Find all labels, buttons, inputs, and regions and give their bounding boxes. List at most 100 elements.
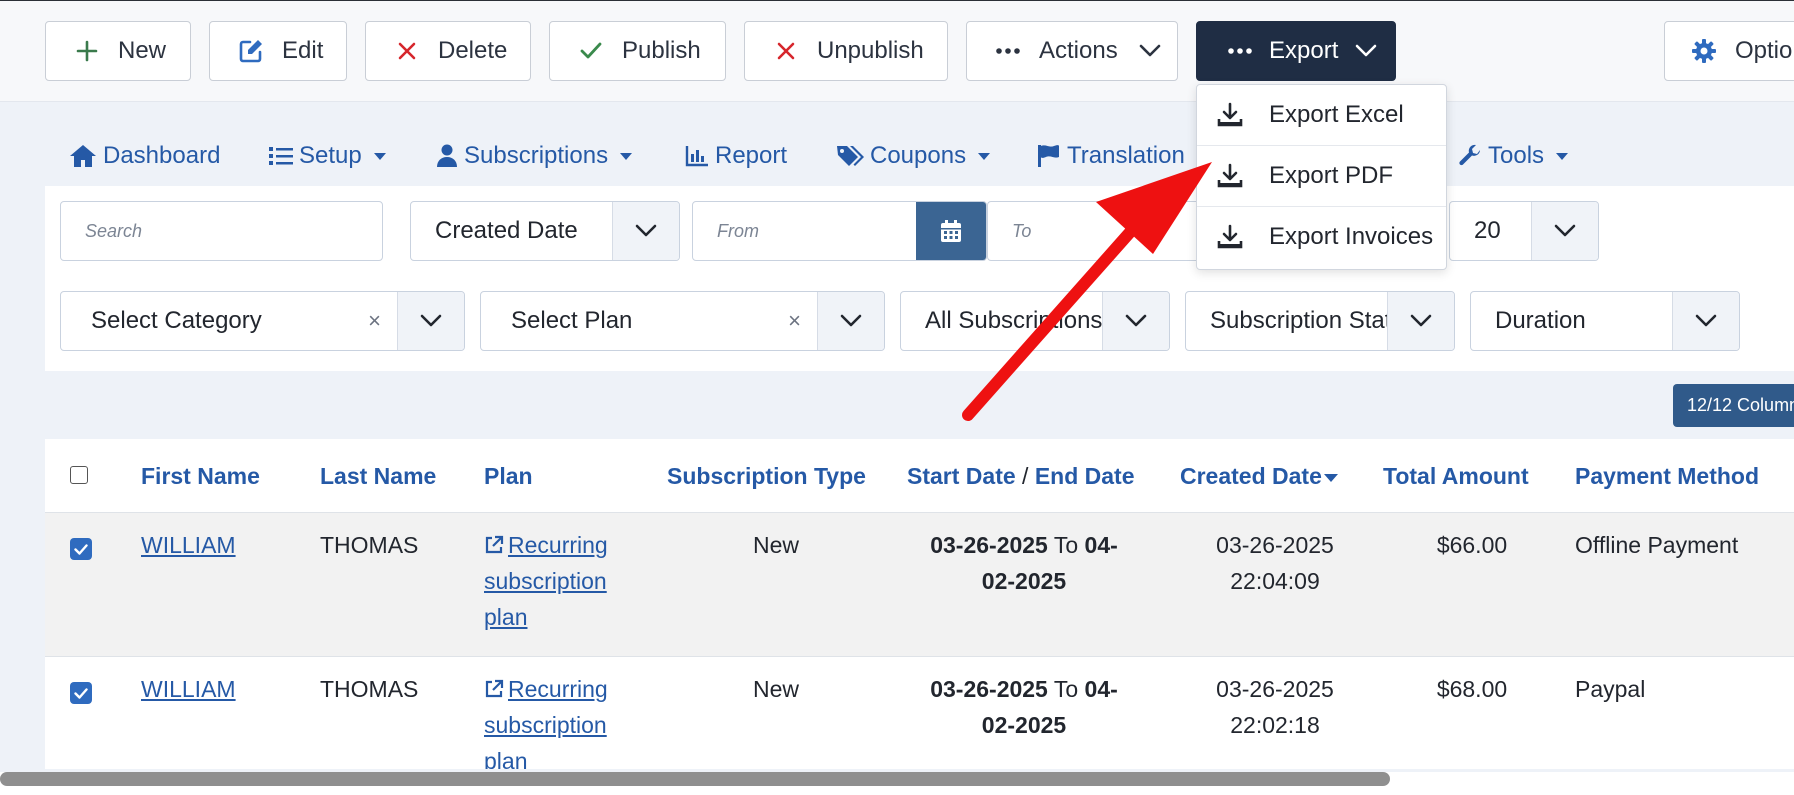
- publish-button[interactable]: Publish: [549, 21, 726, 81]
- header-start-date[interactable]: Start Date: [907, 463, 1016, 489]
- nav-subscriptions[interactable]: Subscriptions: [436, 140, 633, 172]
- plan-link[interactable]: Recurring subscription plan: [484, 527, 608, 635]
- caret-down-icon: [978, 152, 991, 160]
- flag-icon: [1038, 145, 1059, 167]
- payment-method-cell: Paypal: [1575, 676, 1646, 702]
- list-limit-select[interactable]: 20: [1449, 201, 1599, 261]
- clear-icon[interactable]: ×: [368, 308, 381, 334]
- export-pdf-label: Export PDF: [1269, 162, 1394, 189]
- caret-down-icon: [620, 152, 633, 160]
- unpublish-button[interactable]: Unpublish: [744, 21, 948, 81]
- export-excel-label: Export Excel: [1269, 101, 1404, 128]
- options-button[interactable]: Options: [1664, 21, 1794, 81]
- nav-dashboard[interactable]: Dashboard: [69, 140, 220, 172]
- created-time-value: 22:04:09: [1230, 568, 1320, 594]
- subscription-scope-select[interactable]: All Subscriptions: [900, 291, 1170, 351]
- header-subscription-type[interactable]: Subscription Type: [667, 463, 866, 490]
- download-icon: [1217, 163, 1247, 189]
- nav-coupons[interactable]: Coupons: [836, 140, 991, 172]
- subscription-type-cell: New: [752, 676, 799, 702]
- new-button-label: New: [118, 37, 167, 64]
- plan-link[interactable]: Recurring subscription plan: [484, 671, 608, 769]
- duration-select[interactable]: Duration: [1470, 291, 1740, 351]
- edit-button[interactable]: Edit: [209, 21, 347, 81]
- nav-tools-label: Tools: [1488, 142, 1545, 169]
- chevron-down-icon: [1355, 44, 1377, 58]
- actions-dropdown[interactable]: Actions: [966, 21, 1178, 81]
- chevron-down-icon: [1531, 202, 1598, 260]
- horizontal-scrollbar[interactable]: [0, 772, 1390, 786]
- subscription-status-select[interactable]: Subscription Status: [1185, 291, 1455, 351]
- first-name-link[interactable]: WILLIAM: [141, 671, 236, 707]
- row-checkbox[interactable]: [70, 538, 92, 560]
- export-dropdown-label: Export: [1269, 37, 1339, 64]
- caret-down-icon: [373, 152, 386, 160]
- created-date-cell: 03-26-2025 22:02:18: [1175, 671, 1375, 743]
- columns-toggle-button[interactable]: 12/12 Columns: [1673, 384, 1794, 427]
- end-date-part: 04-: [1084, 532, 1118, 558]
- last-name-cell: THOMAS: [320, 532, 419, 558]
- chevron-down-icon: [612, 202, 679, 260]
- sort-desc-icon: [1323, 473, 1338, 482]
- options-button-label: Options: [1735, 37, 1794, 64]
- nav-translation-label: Translation: [1067, 142, 1185, 169]
- first-name-link[interactable]: WILLIAM: [141, 527, 236, 563]
- start-date: 03-26-2025: [930, 532, 1048, 558]
- export-pdf-item[interactable]: Export PDF: [1197, 146, 1446, 206]
- header-plan[interactable]: Plan: [484, 463, 533, 490]
- subscription-type-cell: New: [752, 532, 799, 558]
- calendar-icon[interactable]: [916, 202, 986, 260]
- external-link-icon: [485, 679, 504, 698]
- nav-dashboard-label: Dashboard: [103, 142, 221, 169]
- check-icon: [576, 42, 606, 60]
- date-to-label: To: [1053, 532, 1079, 558]
- export-invoices-item[interactable]: Export Invoices: [1197, 207, 1446, 267]
- delete-button-label: Delete: [438, 37, 508, 64]
- payment-method-cell: Offline Payment: [1575, 532, 1739, 558]
- subscription-scope-value: All Subscriptions: [925, 307, 1102, 334]
- to-date-input[interactable]: To: [987, 201, 1202, 261]
- nav-tools[interactable]: Tools: [1458, 140, 1569, 172]
- export-dropdown[interactable]: Export: [1196, 21, 1396, 81]
- chevron-down-icon: [1672, 292, 1739, 350]
- x-icon: [771, 42, 801, 60]
- end-date-part: 02-2025: [981, 568, 1067, 594]
- header-first-name[interactable]: First Name: [141, 463, 260, 490]
- gear-icon: [1689, 38, 1719, 64]
- search-placeholder: Search: [85, 220, 143, 241]
- ellipsis-icon: [993, 48, 1023, 54]
- header-total-amount[interactable]: Total Amount: [1383, 463, 1529, 490]
- chevron-down-icon: [1387, 292, 1454, 350]
- clear-icon[interactable]: ×: [788, 308, 801, 334]
- date-type-select[interactable]: Created Date: [410, 201, 680, 261]
- subscription-status-value: Subscription Status: [1210, 307, 1387, 334]
- header-start-end-date: Start Date / End Date: [907, 463, 1135, 490]
- plan-select-value: Select Plan: [511, 307, 633, 334]
- header-created-date[interactable]: Created Date: [1180, 463, 1338, 490]
- plan-link-line: Recurring: [508, 532, 608, 558]
- download-icon: [1217, 102, 1247, 128]
- ellipsis-icon: [1225, 48, 1255, 54]
- plan-select[interactable]: Select Plan ×: [480, 291, 885, 351]
- x-icon: [392, 42, 422, 60]
- user-icon: [437, 144, 457, 167]
- total-amount-cell: $66.00: [1436, 532, 1508, 558]
- header-last-name[interactable]: Last Name: [320, 463, 436, 490]
- delete-button[interactable]: Delete: [365, 21, 531, 81]
- nav-translation[interactable]: Translation: [1037, 140, 1185, 172]
- search-input[interactable]: Search: [60, 201, 383, 261]
- from-date-input[interactable]: From: [692, 201, 987, 261]
- new-button[interactable]: New: [45, 21, 191, 81]
- created-time-value: 22:02:18: [1230, 712, 1320, 738]
- nav-setup[interactable]: Setup: [269, 140, 386, 172]
- toolbar: New Edit Delete Publish Unpublish Action…: [0, 1, 1794, 102]
- select-all-checkbox[interactable]: [70, 466, 88, 484]
- plus-icon: [72, 40, 102, 62]
- external-link-icon: [485, 535, 504, 554]
- export-excel-item[interactable]: Export Excel: [1197, 85, 1446, 145]
- row-checkbox[interactable]: [70, 682, 92, 704]
- header-end-date[interactable]: End Date: [1035, 463, 1135, 489]
- nav-report[interactable]: Report: [685, 140, 787, 172]
- category-select[interactable]: Select Category ×: [60, 291, 465, 351]
- header-payment-method[interactable]: Payment Method: [1575, 463, 1759, 490]
